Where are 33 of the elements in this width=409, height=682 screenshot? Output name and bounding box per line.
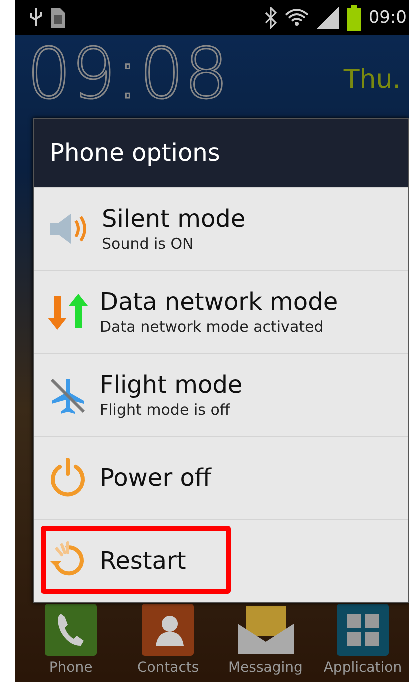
menu-item[interactable]: Flight mode Flight mode is off	[34, 353, 408, 436]
wifi-icon	[284, 6, 309, 28]
arrows-icon	[48, 292, 88, 332]
app-label[interactable]: Application	[324, 660, 402, 676]
item-title: Data network mode	[100, 288, 338, 316]
app-label[interactable]: Messaging	[228, 660, 303, 676]
item-title: Flight mode	[100, 371, 243, 399]
item-title: Power off	[100, 464, 212, 492]
envelope-icon[interactable]	[238, 604, 294, 656]
contacts-icon[interactable]	[142, 604, 194, 656]
item-subtitle: Sound is ON	[102, 235, 195, 253]
app-label[interactable]: Phone	[49, 660, 93, 676]
app-label[interactable]: Contacts	[137, 660, 200, 676]
menu-item[interactable]: Data network mode Data network mode activated	[34, 270, 408, 353]
usb-icon	[29, 8, 43, 28]
item-subtitle: Flight mode is off	[100, 401, 232, 419]
item-title: Silent mode	[102, 205, 246, 233]
weekday: Thu.	[344, 65, 401, 95]
dialog-title: Phone options	[34, 119, 408, 187]
phone-icon[interactable]	[45, 604, 97, 656]
battery-icon	[346, 4, 361, 30]
app-grid-icon[interactable]	[336, 604, 389, 656]
sim-card-icon	[51, 8, 65, 28]
menu-item[interactable]: Silent mode Sound is ON	[34, 187, 408, 270]
status-time: 09:0	[368, 8, 407, 28]
bluetooth-icon	[264, 6, 277, 28]
item-subtitle: Data network mode activated	[100, 318, 325, 336]
item-title: Restart	[100, 547, 186, 575]
menu-item[interactable]: Power off	[34, 436, 408, 519]
menu-item[interactable]: Restart	[34, 519, 408, 602]
clock-time: 09:08	[27, 39, 229, 109]
signal-icon	[316, 6, 339, 28]
power-icon	[48, 458, 88, 498]
